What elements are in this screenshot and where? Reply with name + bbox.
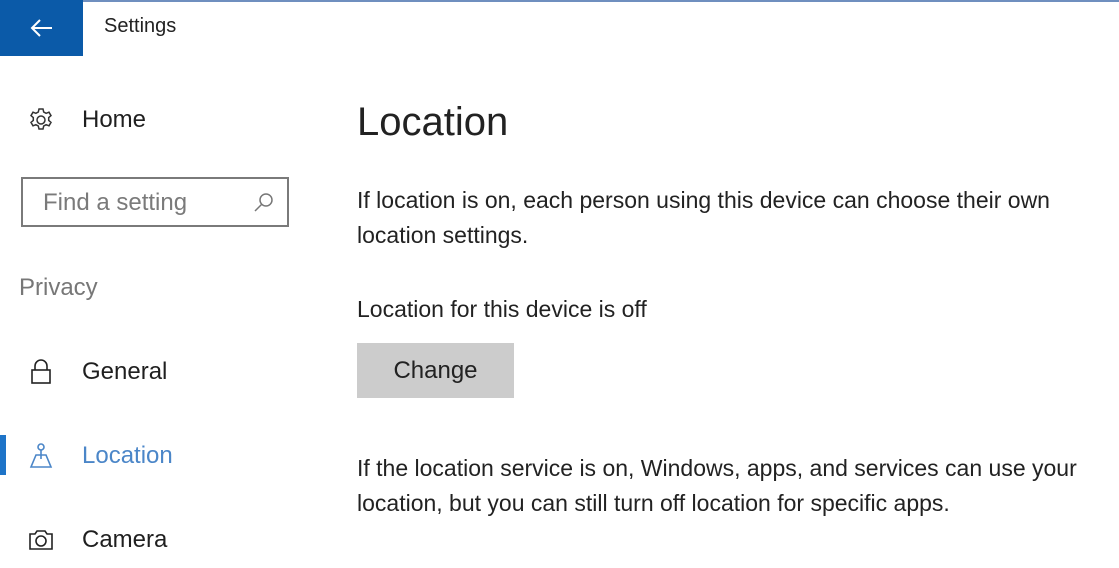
sidebar-item-general[interactable]: General: [0, 350, 320, 394]
lock-icon: [28, 359, 54, 385]
sidebar-item-label: General: [82, 358, 168, 385]
window-top-border: [0, 0, 1119, 2]
sidebar-item-home[interactable]: Home: [0, 98, 320, 142]
sidebar-item-label: Camera: [82, 526, 168, 553]
change-button[interactable]: Change: [357, 343, 514, 398]
sidebar-item-label: Home: [82, 106, 147, 133]
search-box[interactable]: [21, 177, 289, 227]
back-button[interactable]: [0, 0, 83, 56]
device-location-status: Location for this device is off: [357, 296, 647, 322]
page-title: Location: [357, 100, 509, 144]
service-description: If the location service is on, Windows, …: [357, 455, 1077, 516]
search-input[interactable]: [41, 185, 255, 221]
section-label-privacy: Privacy: [19, 274, 98, 301]
search-icon[interactable]: [253, 191, 275, 213]
gear-icon: [28, 107, 54, 133]
sidebar-item-label: Location: [82, 442, 173, 469]
camera-icon: [28, 527, 54, 553]
arrow-left-icon: [30, 19, 52, 37]
sidebar-item-camera[interactable]: Camera: [0, 518, 320, 562]
location-icon: [28, 443, 54, 469]
intro-text: If location is on, each person using thi…: [357, 187, 1050, 248]
app-title: Settings: [104, 15, 177, 37]
sidebar-item-location[interactable]: Location: [0, 434, 320, 478]
